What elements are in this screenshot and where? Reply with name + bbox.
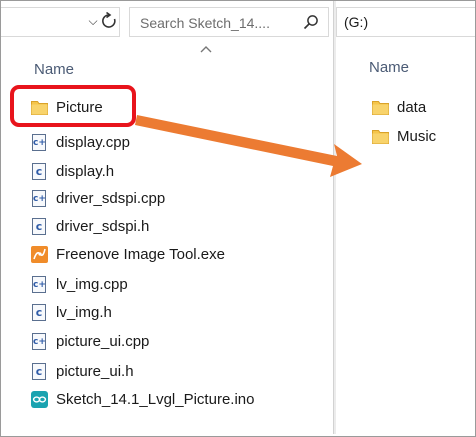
cpp-file-icon: c+	[31, 332, 48, 350]
drive-path: (G:)	[344, 14, 369, 30]
list-item[interactable]: c+ driver_sdspi.cpp	[31, 185, 165, 211]
file-name: Freenove Image Tool.exe	[56, 245, 225, 263]
file-name: driver_sdspi.h	[56, 217, 150, 235]
file-name: picture_ui.h	[56, 362, 134, 380]
list-item[interactable]: Music	[372, 123, 436, 149]
list-item[interactable]: c picture_ui.h	[31, 358, 134, 384]
cpp-file-icon: c+	[31, 189, 48, 207]
list-item[interactable]: c driver_sdspi.h	[31, 213, 149, 239]
list-item[interactable]: c+ display.cpp	[31, 129, 130, 155]
explorer-window-left: ⌵ Search Sketch_14.... Name Picture c+ d…	[1, 1, 333, 434]
sort-ascending-icon	[200, 41, 212, 53]
folder-icon	[372, 128, 389, 145]
file-name: lv_img.cpp	[56, 275, 128, 293]
address-bar[interactable]: (G:)	[336, 7, 475, 37]
list-item[interactable]: Freenove Image Tool.exe	[31, 241, 225, 267]
list-item[interactable]: c+ picture_ui.cpp	[31, 328, 149, 354]
c-header-file-icon: c	[31, 162, 48, 180]
folder-icon	[372, 99, 389, 116]
c-header-file-icon: c	[31, 362, 48, 380]
file-name: display.h	[56, 162, 115, 180]
chevron-down-icon[interactable]: ⌵	[85, 12, 101, 30]
refresh-icon[interactable]	[100, 11, 118, 31]
app-icon	[31, 245, 48, 263]
column-header-name[interactable]: Name	[369, 59, 409, 76]
arduino-file-icon	[31, 390, 48, 408]
file-name: Sketch_14.1_Lvgl_Picture.ino	[56, 390, 255, 408]
c-header-file-icon: c	[31, 217, 48, 235]
cpp-file-icon: c+	[31, 133, 48, 151]
file-name: driver_sdspi.cpp	[56, 189, 166, 207]
file-name: picture_ui.cpp	[56, 332, 150, 350]
file-name: display.cpp	[56, 133, 130, 151]
search-placeholder: Search Sketch_14....	[140, 15, 270, 31]
file-name: Music	[397, 127, 437, 145]
list-item[interactable]: Sketch_14.1_Lvgl_Picture.ino	[31, 386, 254, 412]
file-name: data	[397, 98, 427, 116]
list-item[interactable]: c display.h	[31, 158, 114, 184]
c-header-file-icon: c	[31, 303, 48, 321]
explorer-window-right: (G:) Name data Music	[336, 1, 475, 434]
list-item[interactable]: c+ lv_img.cpp	[31, 271, 128, 297]
search-icon[interactable]	[303, 14, 319, 30]
search-input[interactable]: Search Sketch_14....	[129, 7, 329, 37]
cpp-file-icon: c+	[31, 275, 48, 293]
column-header-name[interactable]: Name	[34, 61, 74, 78]
list-item[interactable]: c lv_img.h	[31, 299, 112, 325]
list-item[interactable]: data	[372, 94, 426, 120]
file-name: lv_img.h	[56, 303, 112, 321]
highlight-box	[10, 85, 136, 127]
